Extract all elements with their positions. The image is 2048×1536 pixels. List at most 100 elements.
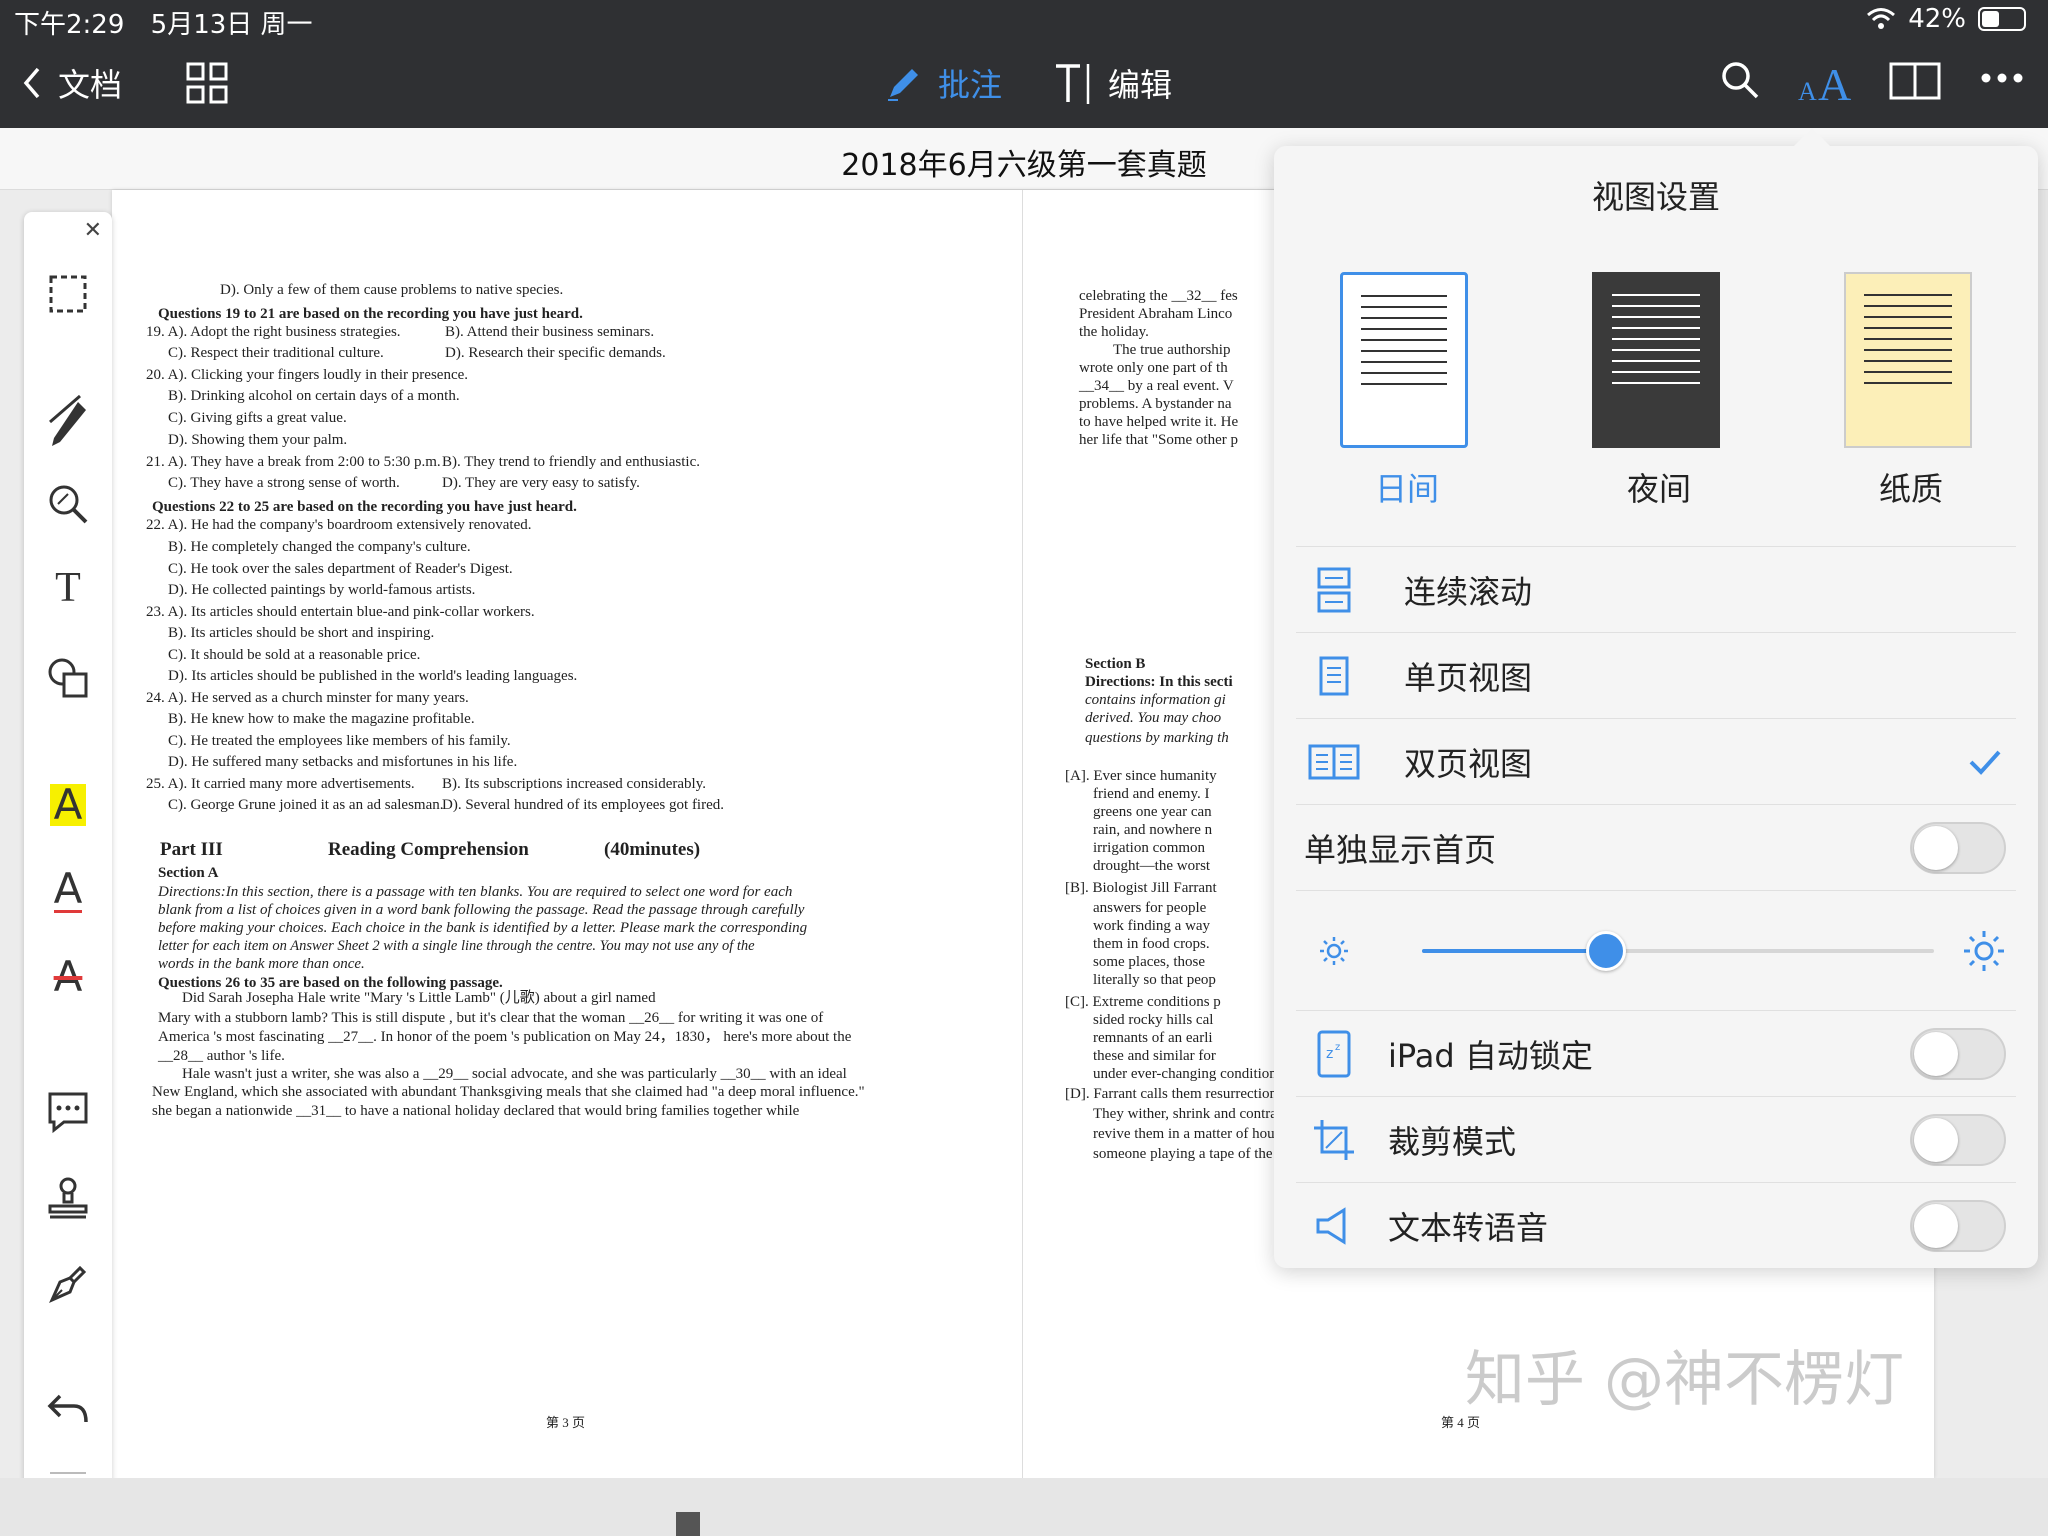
status-date: 5月13日 周一: [150, 10, 313, 40]
back-label: 文档: [58, 66, 123, 104]
underline-icon: A: [53, 864, 83, 913]
continuous-scroll-option[interactable]: 连续滚动: [1296, 546, 2016, 632]
comment-icon: [48, 1092, 88, 1134]
select-area-tool[interactable]: [24, 274, 112, 314]
page-text-line: them in food crops.: [1093, 936, 1210, 952]
page-text-line: B). Drinking alcohol on certain days of …: [168, 388, 460, 404]
page-text-line: C). It should be sold at a reasonable pr…: [168, 647, 421, 663]
fountain-pen-icon: [49, 1265, 87, 1303]
page-text-line: she began a nationwide __31__ to have a …: [152, 1103, 800, 1119]
more-button[interactable]: [1980, 72, 2024, 84]
page-text-line: the holiday.: [1079, 324, 1149, 340]
theme-night-label: 夜间: [1626, 470, 1691, 508]
page-text-line: work finding a way: [1093, 918, 1211, 934]
page-text-line: America 's most fascinating __27__. In h…: [158, 1029, 852, 1045]
page-text-line: [A]. Ever since humanity: [1065, 768, 1217, 784]
page-text-line: Questions 19 to 21 are based on the reco…: [158, 306, 583, 322]
page-text-line: D). They are very easy to satisfy.: [442, 475, 640, 491]
auto-lock-toggle[interactable]: [1910, 1027, 2006, 1080]
page-text-line: literally so that peop: [1093, 972, 1216, 988]
crop-mode-toggle[interactable]: [1910, 1113, 2006, 1166]
page-text-line: Questions 22 to 25 are based on the reco…: [152, 499, 577, 515]
theme-paper[interactable]: 纸质: [1844, 272, 1978, 510]
page-text-line: C). Giving gifts a great value.: [168, 410, 347, 426]
undo-button[interactable]: [24, 1392, 112, 1428]
highlight-tool[interactable]: A: [24, 784, 112, 826]
edit-tab[interactable]: 编辑: [1054, 60, 1172, 106]
page-text-line: to have helped write it. He: [1079, 414, 1239, 430]
stamp-icon: [48, 1177, 88, 1219]
wifi-icon: [1867, 8, 1896, 29]
page-number: 第 3 页: [546, 1415, 586, 1430]
continuous-scroll-label: 连续滚动: [1404, 572, 1533, 611]
single-page-option[interactable]: 单页视图: [1296, 632, 2016, 718]
page-text-line: rain, and nowhere n: [1093, 822, 1213, 838]
text-tool-icon: T: [55, 565, 81, 611]
double-page-option[interactable]: 双页视图: [1296, 718, 2016, 804]
page-text-line: 22. A). He had the company's boardroom e…: [146, 517, 532, 533]
theme-night[interactable]: 夜间: [1592, 272, 1726, 510]
separate-first-page-toggle[interactable]: [1910, 821, 2006, 874]
reading-mode-button[interactable]: [1888, 60, 1942, 102]
continuous-scroll-icon: [1317, 567, 1351, 612]
page-text-line: celebrating the __32__ fes: [1079, 288, 1238, 304]
page-text-line: these and similar for: [1093, 1048, 1216, 1064]
view-settings-button[interactable]: A A: [1796, 56, 1858, 104]
page-text-line: some places, those: [1093, 954, 1206, 970]
page-text-line: B). He completely changed the company's …: [168, 539, 471, 555]
auto-lock-option: zz iPad 自动锁定: [1296, 1010, 2016, 1096]
page-text-line: B). Attend their business seminars.: [445, 324, 655, 340]
brightness-slider-knob[interactable]: [1586, 931, 1626, 971]
shape-tool[interactable]: [24, 656, 112, 700]
annotate-tab[interactable]: 批注: [884, 60, 1002, 106]
crop-mode-option: 裁剪模式: [1296, 1096, 2016, 1182]
font-size-icon: A A: [1798, 59, 1851, 104]
svg-text:z: z: [1326, 1046, 1333, 1062]
pen-tool[interactable]: [24, 392, 112, 448]
page-text-line: __28__ author 's life.: [158, 1048, 285, 1064]
marquee-select-icon: [49, 275, 87, 313]
theme-day-preview: [1340, 272, 1468, 448]
pen-icon: [49, 394, 86, 446]
stamp-tool[interactable]: [24, 1176, 112, 1220]
close-icon[interactable]: ✕: [84, 218, 102, 243]
text-to-speech-toggle[interactable]: [1910, 1199, 2006, 1252]
page-scroll-thumb[interactable]: [676, 1512, 700, 1536]
page-text-line: D). Its articles should be published in …: [168, 668, 578, 684]
page-left: D). Only a few of them cause problems to…: [112, 190, 1022, 1478]
ipad-sleep-icon: zz: [1317, 1030, 1351, 1077]
page-text-line: C). He treated the employees like member…: [168, 733, 511, 749]
page-text-line: 20. A). Clicking your fingers loudly in …: [146, 367, 469, 383]
page-text-line: Section A: [158, 865, 219, 881]
back-button[interactable]: 文档: [20, 60, 122, 106]
theme-day[interactable]: 日间: [1340, 272, 1474, 510]
crop-icon: [1314, 1119, 1354, 1160]
double-page-label: 双页视图: [1404, 744, 1533, 783]
auto-lock-label: iPad 自动锁定: [1388, 1036, 1593, 1075]
page-text-line: irrigation common: [1093, 840, 1206, 856]
page-text-line: derived. You may choo: [1085, 710, 1222, 726]
comment-tool[interactable]: [24, 1090, 112, 1134]
page-text-line: 24. A). He served as a church minster fo…: [146, 690, 469, 706]
status-time: 下午2:29: [14, 10, 125, 40]
underline-tool[interactable]: A: [24, 868, 112, 913]
watermark: 知乎 @神不楞灯: [1464, 1345, 1904, 1415]
page-text-line: contains information gi: [1085, 692, 1226, 708]
theme-night-preview: [1592, 272, 1720, 448]
text-tool[interactable]: T: [24, 564, 112, 612]
separate-first-page-label: 单独显示首页: [1304, 830, 1497, 869]
theme-day-label: 日间: [1374, 470, 1439, 508]
strikethrough-tool[interactable]: A: [24, 956, 112, 998]
search-button[interactable]: [1720, 60, 1760, 100]
zoom-tool[interactable]: [24, 482, 112, 526]
page-text-line: B). Its subscriptions increased consider…: [442, 776, 706, 792]
page-text-line: [C]. Extreme conditions p: [1065, 994, 1221, 1010]
thumbnails-button[interactable]: [186, 62, 228, 104]
page-text-line: The true authorship: [1113, 342, 1231, 358]
signature-tool[interactable]: [24, 1262, 112, 1306]
highlight-icon: A: [49, 784, 87, 826]
page-text-line: New England, which she associated with a…: [152, 1084, 865, 1100]
search-icon: [1722, 62, 1759, 99]
svg-text:z: z: [1335, 1042, 1340, 1053]
brightness-slider[interactable]: [1422, 931, 1934, 971]
